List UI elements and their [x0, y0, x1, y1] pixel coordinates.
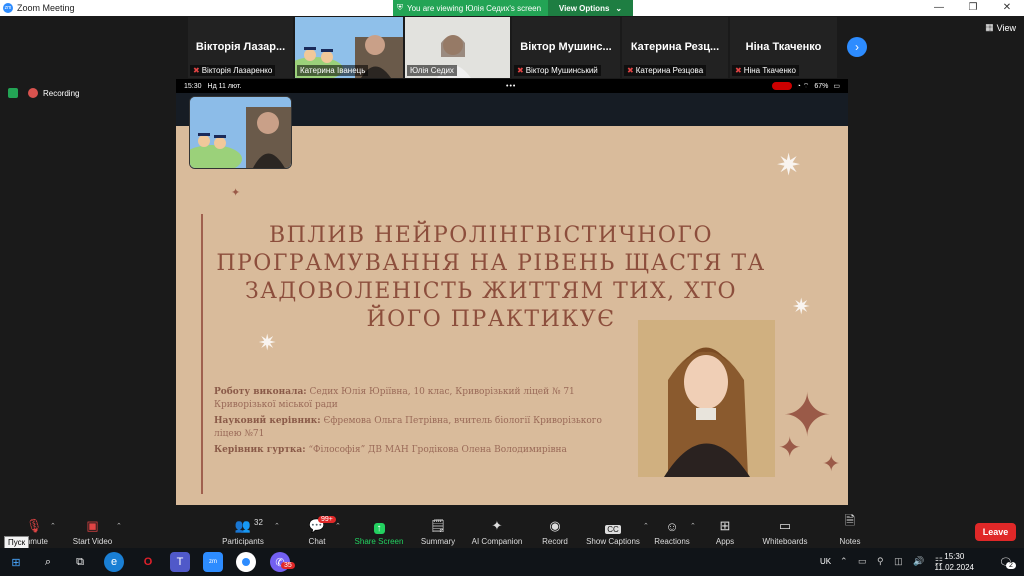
recording-indicator[interactable]: Recording	[28, 88, 79, 98]
record-icon: ◉	[549, 518, 561, 533]
windows-taskbar: ⊞ ⌕ ⧉ e O T zm ✆ 35 UK ⌃ ▭ ⚲ ◫ 🔊 ☷ 15:30…	[0, 548, 1024, 576]
participant-tile-video[interactable]: Катерина Іванець	[287, 17, 403, 81]
captions-button[interactable]: CC Show Captions	[584, 510, 642, 548]
video-options-caret[interactable]: ⌃	[116, 522, 122, 530]
whiteboard-icon: ▭	[778, 518, 792, 533]
audio-options-caret[interactable]: ⌃	[50, 522, 56, 530]
task-view-icon[interactable]: ⧉	[70, 552, 90, 572]
sparkle-icon: ✷	[776, 149, 802, 182]
chrome-icon[interactable]	[236, 552, 256, 572]
mic-off-icon: 🎙	[25, 518, 43, 533]
clock[interactable]: 15:30 11.02.2024	[935, 551, 974, 573]
viewing-banner: ⛨ You are viewing Юлія Седих's screen Vi…	[393, 0, 633, 16]
screen-record-icon	[771, 82, 792, 90]
record-button[interactable]: ◉ Record	[538, 510, 572, 548]
zoom-icon[interactable]: zm	[203, 552, 223, 572]
author-info: Роботу виконала: Седих Юлія Юріївна, 10 …	[214, 387, 575, 410]
chevron-right-icon: ›	[855, 40, 859, 54]
slide-title: ВПЛИВ НЕЙРОЛІНГВІСТИЧНОГО ПРОГРАМУВАННЯ …	[216, 223, 766, 332]
window-title: Zoom Meeting	[17, 3, 75, 13]
minimize-icon[interactable]: —	[922, 0, 956, 16]
reactions-button[interactable]: ☺ Reactions	[652, 510, 692, 548]
more-dots-icon: •••	[506, 82, 517, 90]
share-screen-icon: ↑	[373, 523, 385, 534]
club-info: Керівник гуртка: “Філософія” ДВ МАН Грод…	[214, 445, 567, 455]
supervisor-info: Науковий керівник: Єфремова Ольга Петрів…	[214, 416, 602, 439]
participant-tile[interactable]: Ніна Ткаченко ✖ Ніна Ткаченко	[730, 17, 837, 78]
reaction-icon: ☺	[665, 519, 679, 534]
apps-button[interactable]: ⊞ Apps	[712, 510, 738, 548]
participants-button[interactable]: 👥 Participants	[218, 510, 268, 548]
decorative-line	[201, 214, 203, 494]
zoom-logo-icon: zm	[3, 3, 13, 13]
window-controls: — ❐ ✕	[922, 0, 1024, 16]
notification-badge: 2	[1006, 562, 1016, 569]
whiteboards-button[interactable]: ▭ Whiteboards	[758, 510, 812, 548]
notes-icon: 🗎	[844, 513, 856, 528]
leave-button[interactable]: Leave	[975, 523, 1016, 541]
shared-slide: ✦ ✷ ✷ ✷ ✦ ✦ ✦ ВПЛИВ НЕЙРОЛІНГВІСТИЧНОГО …	[176, 126, 848, 505]
sparkle-icon: ✦	[778, 432, 802, 463]
sparkle-icon: ✦	[491, 518, 503, 533]
security-shield-icon[interactable]	[8, 88, 18, 98]
participant-tile[interactable]: Віктор Мушинс... ✖ Віктор Мушинський	[512, 17, 620, 78]
reactions-caret[interactable]: ⌃	[690, 522, 696, 530]
viewing-text: You are viewing Юлія Седих's screen	[407, 3, 542, 13]
apps-icon: ⊞	[719, 518, 731, 533]
grid-icon: ▦	[985, 22, 994, 32]
chat-caret[interactable]: ⌃	[335, 522, 341, 530]
cc-icon: CC	[605, 525, 621, 534]
participant-tile[interactable]: Вікторія Лазар... ✖ Вікторія Лазаренко	[188, 17, 293, 78]
mic-off-icon: ✖	[193, 66, 200, 75]
language-indicator[interactable]: UK	[820, 557, 831, 566]
edge-icon[interactable]: e	[104, 552, 124, 572]
shield-icon: ⛨	[397, 3, 403, 12]
start-video-button[interactable]: ▣ Start Video	[70, 510, 115, 548]
sparkle-icon: ✦	[231, 187, 241, 199]
view-options-button[interactable]: View Options ⌄	[548, 0, 633, 16]
wifi-icon: ◔ ⌔	[796, 82, 810, 90]
summary-button[interactable]: 🗒 Summary	[418, 510, 458, 548]
sparkle-icon: ✷	[792, 294, 811, 319]
teams-icon[interactable]: T	[170, 552, 190, 572]
mic-off-icon: ✖	[627, 66, 634, 75]
opera-icon[interactable]: O	[138, 552, 158, 572]
battery-icon: ▭	[833, 83, 840, 90]
share-screen-button[interactable]: ↑ Share Screen	[354, 510, 404, 548]
sparkle-icon: ✦	[822, 451, 841, 476]
chevron-down-icon: ⌄	[615, 3, 623, 13]
participants-count: 32	[254, 518, 263, 527]
close-icon[interactable]: ✕	[990, 0, 1024, 16]
tray-icons[interactable]: ⌃ ▭ ⚲ ◫ 🔊 ☷	[840, 556, 947, 567]
search-icon[interactable]: ⌕	[38, 552, 58, 572]
summary-icon: 🗒	[429, 518, 447, 533]
notes-button[interactable]: 🗎 Notes	[836, 510, 864, 548]
windows-start-icon[interactable]: ⊞	[6, 552, 26, 572]
author-photo	[638, 320, 775, 477]
meeting-toolbar: 🎙 Unmute ⌃ ▣ Start Video ⌃ 👥 Participant…	[0, 510, 1024, 548]
participant-tile-video[interactable]: Юлія Седих	[405, 17, 510, 78]
phone-status-bar: 15:30 Нд 11 лют. ••• ◔ ⌔ 67% ▭	[176, 79, 848, 93]
floating-video-thumbnail[interactable]	[189, 96, 292, 169]
participant-tile[interactable]: Катерина Резц... ✖ Катерина Резцова	[622, 17, 728, 78]
mic-off-icon: ✖	[735, 66, 742, 75]
captions-caret[interactable]: ⌃	[643, 522, 649, 530]
record-dot-icon	[28, 88, 38, 98]
next-page-button[interactable]: ›	[847, 37, 867, 57]
participants-icon: 👥	[234, 518, 252, 533]
mic-off-icon: ✖	[517, 66, 524, 75]
view-button[interactable]: ▦ View	[985, 22, 1016, 33]
maximize-icon[interactable]: ❐	[956, 0, 990, 16]
video-off-icon: ▣	[86, 518, 99, 533]
viber-badge: 35	[281, 562, 295, 569]
participants-caret[interactable]: ⌃	[274, 522, 280, 530]
ai-companion-button[interactable]: ✦ AI Companion	[468, 510, 526, 548]
chat-badge: 99+	[318, 516, 336, 523]
